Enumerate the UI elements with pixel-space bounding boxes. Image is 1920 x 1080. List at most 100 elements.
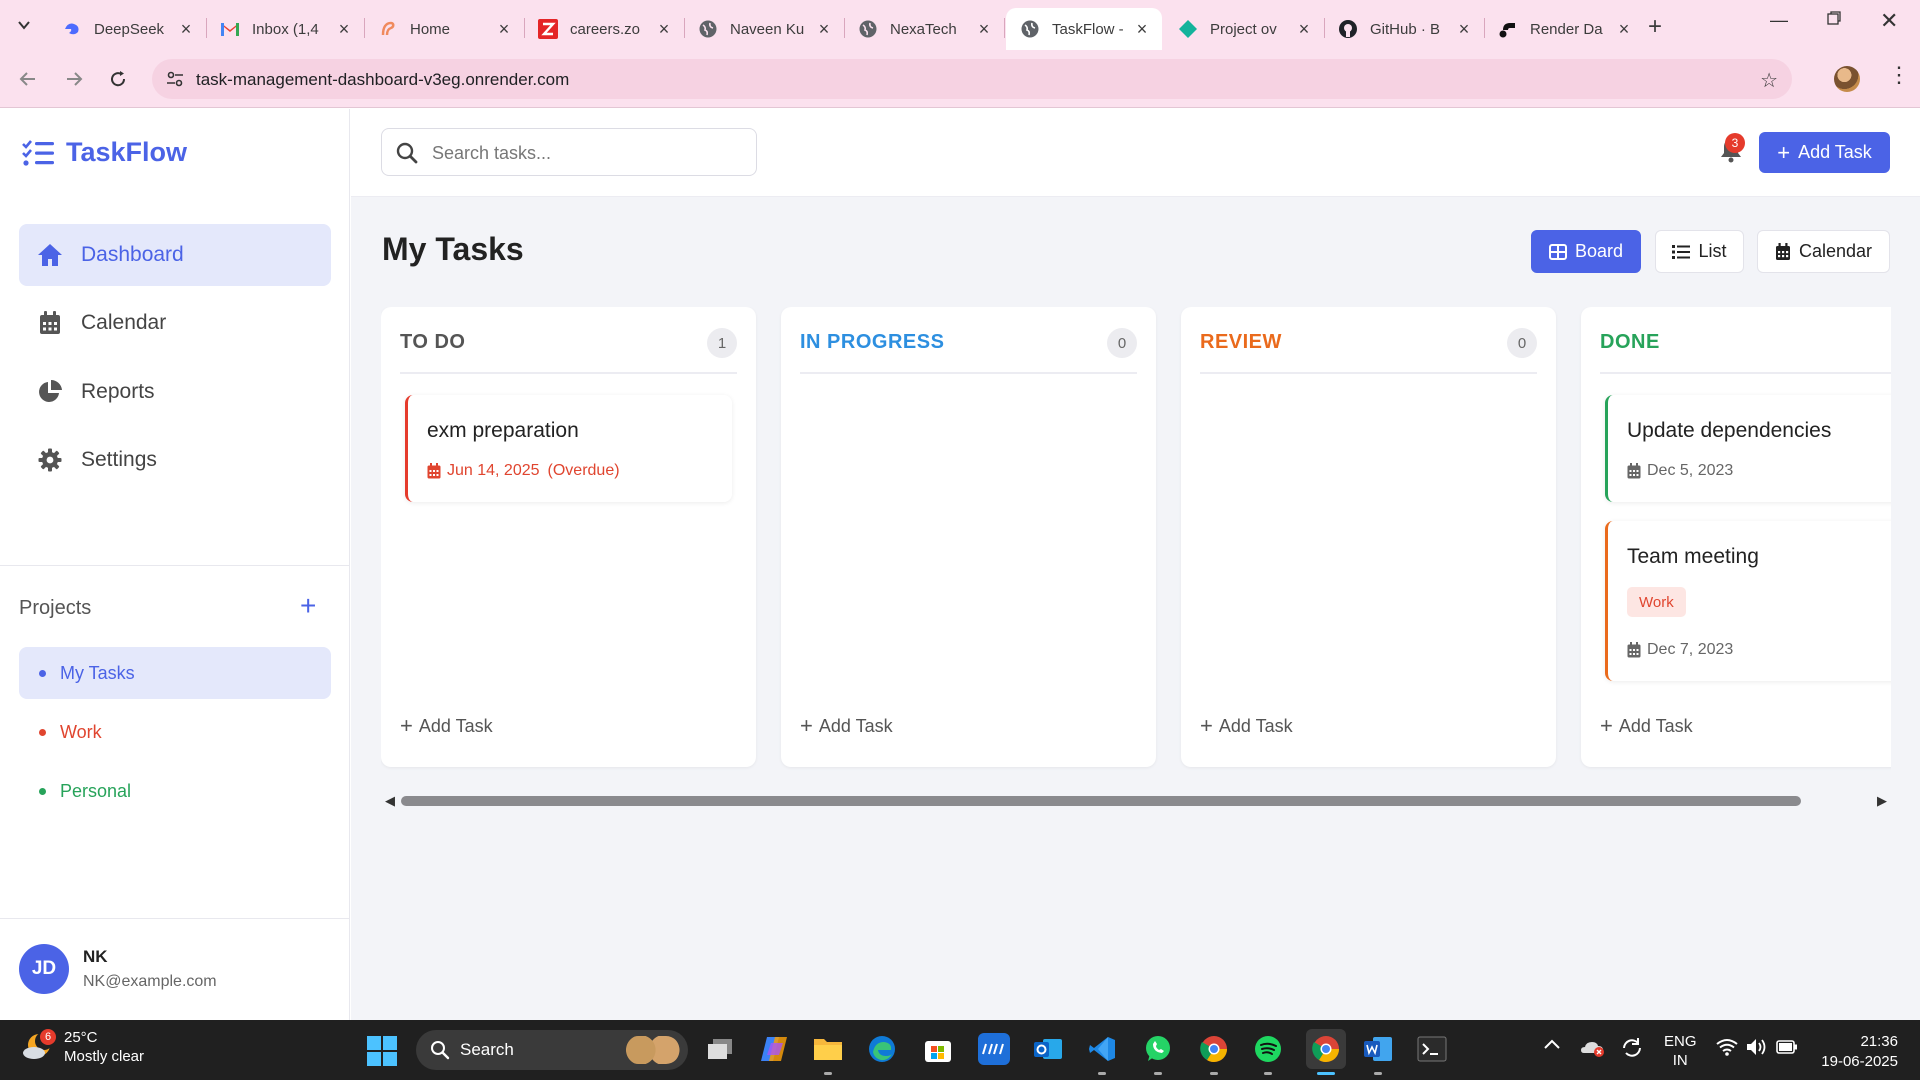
browser-tab[interactable]: Inbox (1,4 ×: [206, 8, 365, 50]
add-task-button[interactable]: + Add Task: [1759, 132, 1890, 173]
battery-icon[interactable]: [1776, 1039, 1798, 1055]
onedrive-icon[interactable]: [1580, 1036, 1606, 1058]
sidebar: TaskFlow Dashboard Calendar Reports Sett…: [0, 109, 350, 1021]
globe-icon: [1020, 19, 1040, 39]
sidebar-item-reports[interactable]: Reports: [19, 361, 331, 423]
browser-tab[interactable]: careers.zo ×: [524, 8, 685, 50]
project-item-my-tasks[interactable]: My Tasks: [19, 647, 331, 699]
profile-avatar[interactable]: [1834, 66, 1860, 92]
scroll-right-icon[interactable]: ▶: [1877, 793, 1887, 809]
terminal-icon[interactable]: [1416, 1033, 1448, 1065]
close-icon[interactable]: ×: [494, 19, 514, 39]
deepseek-icon: [62, 19, 82, 39]
sidebar-item-calendar[interactable]: Calendar: [19, 292, 331, 354]
view-list-button[interactable]: List: [1655, 230, 1744, 273]
close-window-icon[interactable]: ✕: [1880, 8, 1898, 34]
browser-tab-active[interactable]: TaskFlow - ×: [1006, 8, 1162, 50]
close-icon[interactable]: ×: [1132, 19, 1152, 39]
reload-icon[interactable]: [106, 67, 130, 91]
task-due-date: Jun 14, 2025 (Overdue): [427, 462, 620, 480]
forward-icon[interactable]: [62, 67, 86, 91]
task-due-date: Dec 7, 2023: [1627, 641, 1733, 659]
close-icon[interactable]: ×: [654, 19, 674, 39]
scrollbar-thumb[interactable]: [401, 796, 1801, 806]
file-explorer-icon[interactable]: [812, 1033, 844, 1065]
task-view-icon[interactable]: [704, 1033, 736, 1065]
user-profile[interactable]: JD NK NK@example.com: [19, 944, 217, 994]
edge-icon[interactable]: [866, 1033, 898, 1065]
close-icon[interactable]: ×: [334, 19, 354, 39]
project-item-personal[interactable]: Personal: [19, 765, 331, 817]
show-hidden-icons[interactable]: [1543, 1038, 1561, 1050]
chrome-active-icon[interactable]: [1306, 1029, 1346, 1069]
vscode-icon[interactable]: [1086, 1033, 1118, 1065]
sync-icon[interactable]: [1620, 1036, 1644, 1060]
bookmark-star-icon[interactable]: ☆: [1760, 68, 1778, 93]
task-card[interactable]: Update dependencies Dec 5, 2023: [1605, 395, 1891, 502]
board-horizontal-scrollbar[interactable]: ◀ ▶: [385, 793, 1889, 809]
view-calendar-button[interactable]: Calendar: [1757, 230, 1890, 273]
site-settings-icon[interactable]: [166, 70, 184, 88]
browser-tab[interactable]: DeepSeek ×: [48, 8, 207, 50]
weather-widget[interactable]: 6 25°C Mostly clear: [22, 1028, 144, 1066]
project-item-work[interactable]: Work: [19, 706, 331, 758]
gmail-icon: [220, 19, 240, 39]
close-icon[interactable]: ×: [1294, 19, 1314, 39]
wifi-icon[interactable]: [1716, 1038, 1738, 1056]
gear-icon: [37, 447, 63, 473]
clock-time: 21:36: [1860, 1033, 1898, 1050]
restore-icon[interactable]: [1826, 10, 1842, 26]
new-tab-button[interactable]: +: [1648, 13, 1662, 41]
microsoft-store-icon[interactable]: [922, 1033, 954, 1065]
column-count: 0: [1107, 328, 1137, 358]
plus-icon: +: [1200, 713, 1213, 738]
chrome-profile-icon[interactable]: [1198, 1033, 1230, 1065]
back-icon[interactable]: [16, 67, 40, 91]
browser-tab[interactable]: Project ov ×: [1164, 8, 1325, 50]
start-button[interactable]: [367, 1036, 397, 1066]
tab-search-button[interactable]: [11, 12, 37, 38]
github-icon: [1338, 19, 1358, 39]
task-card[interactable]: exm preparation Jun 14, 2025 (Overdue): [405, 395, 732, 502]
close-icon[interactable]: ×: [814, 19, 834, 39]
task-card[interactable]: Team meeting Work Dec 7, 2023: [1605, 521, 1891, 681]
column-add-task-button[interactable]: + Add Task: [1200, 713, 1293, 739]
browser-tab[interactable]: GitHub · B ×: [1324, 8, 1485, 50]
browser-tab[interactable]: NexaTech ×: [844, 8, 1005, 50]
add-project-button[interactable]: +: [300, 592, 316, 620]
scroll-left-icon[interactable]: ◀: [385, 793, 395, 809]
address-bar[interactable]: task-management-dashboard-v3eg.onrender.…: [152, 59, 1792, 99]
language-code: ENG: [1664, 1033, 1697, 1050]
whatsapp-icon[interactable]: [1142, 1033, 1174, 1065]
close-icon[interactable]: ×: [176, 19, 196, 39]
column-add-task-button[interactable]: + Add Task: [1600, 713, 1693, 739]
plus-icon: +: [1600, 713, 1613, 738]
browser-menu-icon[interactable]: ⋮: [1888, 64, 1910, 86]
outlook-icon[interactable]: [1032, 1033, 1064, 1065]
home-icon: [37, 242, 63, 268]
word-icon[interactable]: [1362, 1033, 1394, 1065]
taskbar-search[interactable]: Search: [416, 1030, 688, 1070]
close-icon[interactable]: ×: [974, 19, 994, 39]
app-logo[interactable]: TaskFlow: [22, 137, 187, 168]
minimize-icon[interactable]: —: [1770, 10, 1788, 31]
url-text: task-management-dashboard-v3eg.onrender.…: [196, 70, 570, 89]
volume-icon[interactable]: [1746, 1038, 1768, 1056]
view-board-button[interactable]: Board: [1531, 230, 1641, 273]
sidebar-item-dashboard[interactable]: Dashboard: [19, 224, 331, 286]
add-task-label: Add Task: [818, 715, 893, 736]
close-icon[interactable]: ×: [1614, 19, 1634, 39]
browser-tab[interactable]: Home ×: [364, 8, 525, 50]
system-clock[interactable]: 21:36 19-06-2025: [1808, 1032, 1898, 1072]
myhp-icon[interactable]: [978, 1033, 1010, 1065]
close-icon[interactable]: ×: [1454, 19, 1474, 39]
spotify-icon[interactable]: [1252, 1033, 1284, 1065]
copilot-icon[interactable]: [758, 1033, 790, 1065]
language-indicator[interactable]: ENG IN: [1664, 1032, 1697, 1070]
search-input[interactable]: Search tasks...: [381, 128, 757, 176]
column-add-task-button[interactable]: + Add Task: [400, 713, 493, 739]
browser-tab[interactable]: Naveen Ku ×: [684, 8, 845, 50]
column-add-task-button[interactable]: + Add Task: [800, 713, 893, 739]
browser-tab[interactable]: Render Da ×: [1484, 8, 1644, 50]
sidebar-item-settings[interactable]: Settings: [19, 429, 331, 491]
